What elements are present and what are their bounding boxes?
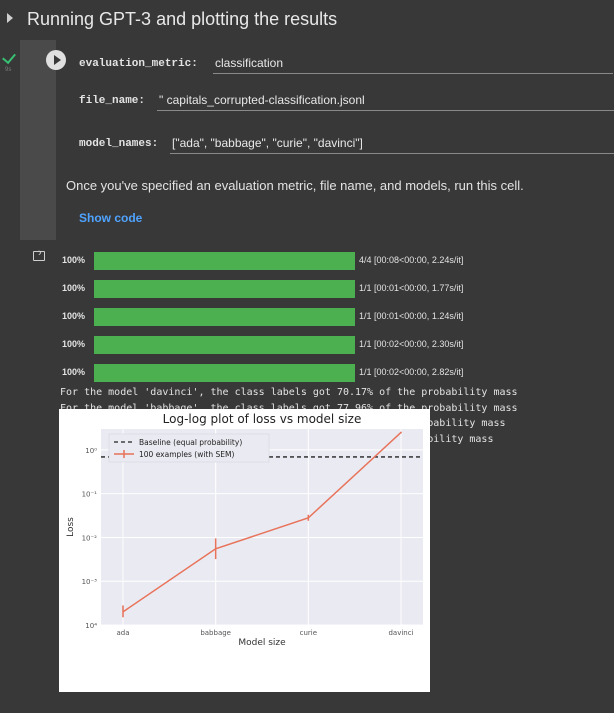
code-cell: 9s evaluation_metric: classification fil… (0, 40, 614, 713)
progress-percent: 100% (62, 339, 86, 349)
loss-vs-model-size-chart: 10⁴ 10⁻³ 10⁻² 10⁻¹ 10⁰ ada babbage curie davinci… (59, 409, 430, 692)
file-name-input[interactable]: " capitals_corrupted-classification.json… (157, 91, 614, 111)
y-tick-label: 10⁻¹ (82, 491, 98, 499)
x-tick-label: curie (300, 629, 317, 637)
collapse-caret-icon[interactable] (7, 13, 13, 23)
show-code-link[interactable]: Show code (79, 211, 142, 225)
progress-percent: 100% (62, 311, 86, 321)
y-tick-label: 10⁴ (85, 622, 97, 630)
section-header: Running GPT-3 and plotting the results (0, 0, 614, 40)
progress-track (94, 280, 355, 298)
exec-time: 9s (5, 67, 12, 73)
progress-percent: 100% (62, 367, 86, 377)
cell-gutter (20, 40, 66, 240)
log-line: For the model 'davinci', the class label… (60, 387, 518, 398)
progress-fill (94, 308, 355, 326)
x-axis-label: Model size (238, 638, 286, 648)
progress-fill (94, 280, 355, 298)
progress-track (94, 336, 355, 354)
progress-info: 1/1 [00:01<00:00, 1.77s/it] (359, 283, 464, 293)
progress-track (94, 308, 355, 326)
evaluation-metric-input[interactable]: classification (213, 54, 613, 74)
output-toggle-icon[interactable] (33, 247, 45, 261)
y-tick-label: 10⁰ (85, 447, 97, 455)
progress-fill (94, 252, 355, 270)
model-names-input[interactable]: ["ada", "babbage", "curie", "davinci"] (170, 134, 614, 154)
model-names-label: model_names: (79, 138, 159, 150)
run-cell-button[interactable] (46, 50, 66, 70)
progress-info: 1/1 [00:02<00:00, 2.30s/it] (359, 339, 464, 349)
evaluation-metric-label: evaluation_metric: (79, 58, 198, 70)
progress-percent: 100% (62, 283, 86, 293)
progress-fill (94, 336, 355, 354)
chart-title: Log-log plot of loss vs model size (163, 412, 362, 426)
check-icon (2, 49, 16, 65)
x-tick-label: ada (116, 629, 129, 637)
legend-series-label: 100 examples (with SEM) (139, 450, 234, 459)
progress-info: 4/4 [00:08<00:00, 2.24s/it] (359, 255, 464, 265)
x-tick-label: davinci (388, 629, 413, 637)
y-tick-label: 10⁻³ (82, 578, 98, 586)
form-row-model-names: model_names: ["ada", "babbage", "curie",… (79, 134, 614, 156)
progress-info: 1/1 [00:01<00:00, 1.24s/it] (359, 311, 464, 321)
y-axis-label: Loss (66, 517, 76, 537)
form-row-evaluation-metric: evaluation_metric: classification (79, 54, 614, 76)
progress-fill (94, 364, 355, 382)
form-row-file-name: file_name: " capitals_corrupted-classifi… (79, 91, 614, 113)
cell-description: Once you've specified an evaluation metr… (66, 178, 524, 193)
progress-track (94, 364, 355, 382)
section-title: Running GPT-3 and plotting the results (27, 9, 338, 29)
progress-track (94, 252, 355, 270)
file-name-label: file_name: (79, 95, 146, 107)
y-tick-label: 10⁻² (82, 534, 98, 542)
x-tick-label: babbage (200, 629, 231, 637)
legend-baseline-label: Baseline (equal probability) (139, 438, 242, 447)
progress-info: 1/1 [00:02<00:00, 2.82s/it] (359, 367, 464, 377)
progress-percent: 100% (62, 255, 86, 265)
